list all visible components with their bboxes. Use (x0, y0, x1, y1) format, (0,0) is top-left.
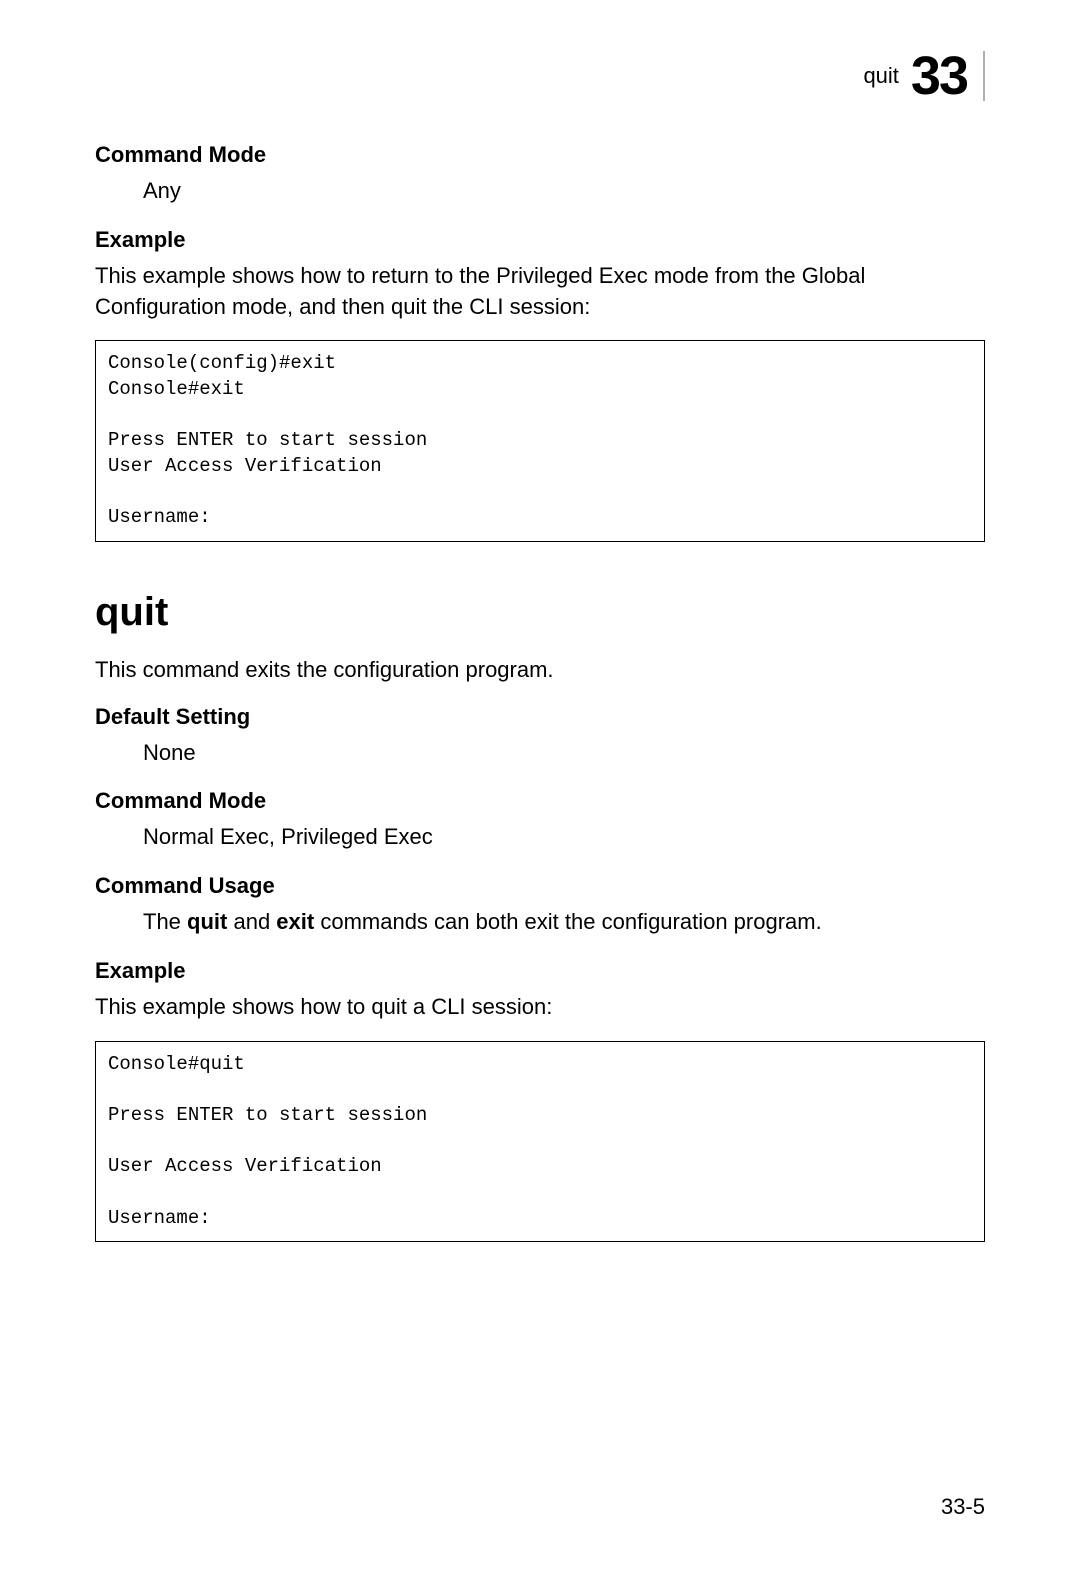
default-setting-value: None (143, 738, 985, 769)
default-setting-heading: Default Setting (95, 704, 985, 730)
code-block-1: Console(config)#exit Console#exit Press … (95, 340, 985, 541)
usage-bold-quit: quit (187, 909, 227, 934)
example-description-2: This example shows how to quit a CLI ses… (95, 992, 985, 1023)
usage-mid: and (227, 909, 276, 934)
command-mode-heading-1: Command Mode (95, 142, 985, 168)
command-mode-value-2: Normal Exec, Privileged Exec (143, 822, 985, 853)
main-title: quit (95, 590, 985, 635)
header-divider (983, 51, 985, 101)
code-block-2: Console#quit Press ENTER to start sessio… (95, 1041, 985, 1242)
command-usage-heading: Command Usage (95, 873, 985, 899)
usage-prefix: The (143, 909, 187, 934)
page-number: 33-5 (941, 1494, 985, 1520)
header-label: quit (863, 63, 898, 89)
usage-suffix: commands can both exit the configuration… (314, 909, 822, 934)
page-header: quit 33 (95, 45, 985, 107)
usage-bold-exit: exit (276, 909, 314, 934)
example-heading-1: Example (95, 227, 985, 253)
main-description: This command exits the configuration pro… (95, 655, 985, 686)
example-heading-2: Example (95, 958, 985, 984)
command-mode-heading-2: Command Mode (95, 788, 985, 814)
command-mode-value-1: Any (143, 176, 985, 207)
example-description-1: This example shows how to return to the … (95, 261, 985, 323)
command-usage-text: The quit and exit commands can both exit… (143, 907, 985, 938)
header-chapter-number: 33 (911, 45, 967, 107)
